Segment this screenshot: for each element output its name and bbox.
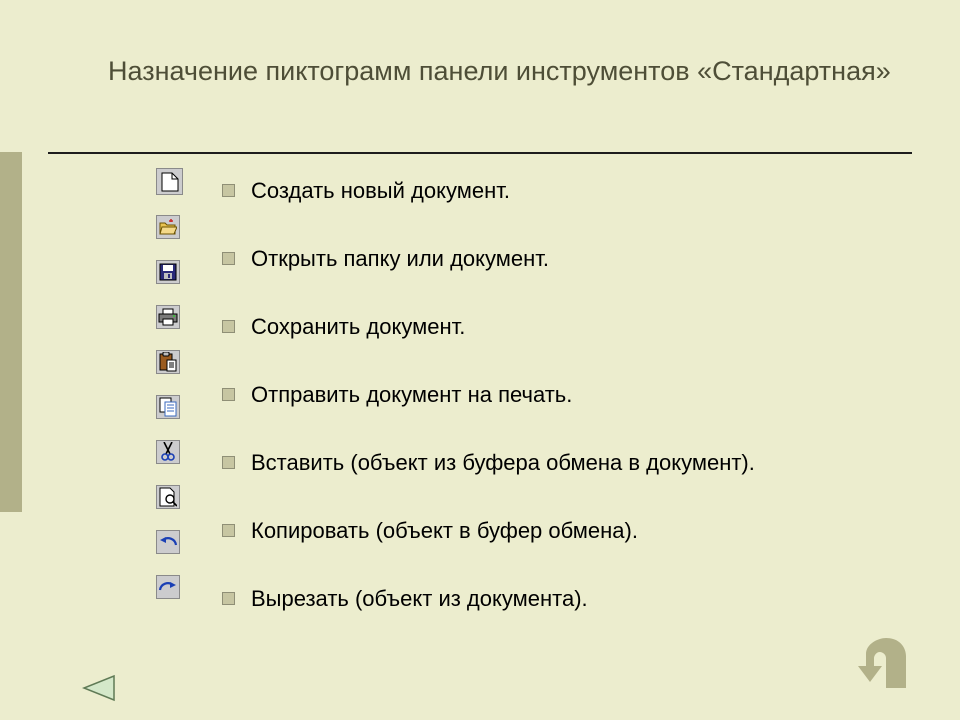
bullet-icon [222,388,235,401]
bullet-icon [222,320,235,333]
list-item: Создать новый документ. [222,178,755,204]
list-item: Вставить (объект из буфера обмена в доку… [222,450,755,476]
bullet-icon [222,184,235,197]
cut-icon [156,440,180,464]
paste-icon [156,350,180,374]
print-icon [156,305,180,329]
bullet-icon [222,252,235,265]
bullet-icon [222,524,235,537]
copy-icon [156,395,180,419]
bullet-icon [222,456,235,469]
toolbar-icon-column [156,168,186,620]
list-item-label: Отправить документ на печать. [251,382,572,408]
list-item-label: Открыть папку или документ. [251,246,549,272]
list-item: Отправить документ на печать. [222,382,755,408]
list-item-label: Сохранить документ. [251,314,465,340]
previous-slide-button[interactable] [80,674,116,702]
list-item-label: Копировать (объект в буфер обмена). [251,518,638,544]
save-icon [156,260,180,284]
list-item: Открыть папку или документ. [222,246,755,272]
list-item-label: Вырезать (объект из документа). [251,586,588,612]
list-item-label: Создать новый документ. [251,178,510,204]
bullet-icon [222,592,235,605]
list-item-label: Вставить (объект из буфера обмена в доку… [251,450,755,476]
list-item: Сохранить документ. [222,314,755,340]
description-list: Создать новый документ. Открыть папку ил… [222,178,755,654]
print-preview-icon [156,485,180,509]
new-document-icon [156,168,183,195]
undo-icon [156,530,180,554]
back-button[interactable] [852,638,918,694]
slide-title: Назначение пиктограмм панели инструменто… [108,56,891,87]
list-item: Копировать (объект в буфер обмена). [222,518,755,544]
open-folder-icon [156,215,180,239]
decorative-sidebar [0,152,22,512]
title-underline [48,152,912,154]
redo-icon [156,575,180,599]
list-item: Вырезать (объект из документа). [222,586,755,612]
